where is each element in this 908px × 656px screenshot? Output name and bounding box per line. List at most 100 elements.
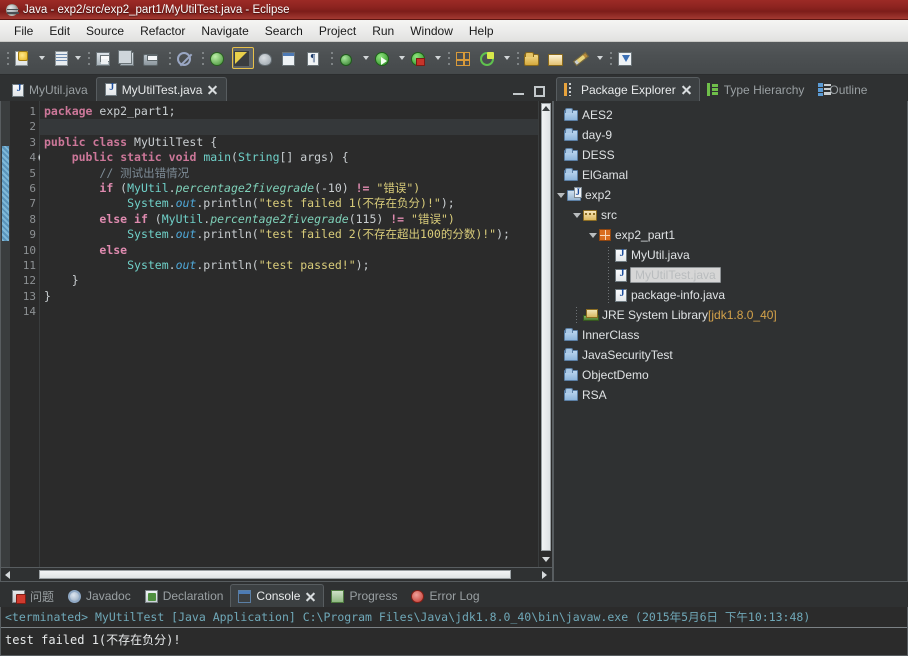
menu-help[interactable]: Help	[461, 22, 502, 40]
expand-arrow-icon[interactable]	[570, 205, 583, 225]
close-icon[interactable]	[681, 84, 692, 95]
tree-item-dess[interactable]: DESS	[554, 145, 907, 165]
code-text-area[interactable]: package exp2_part1; public class MyUtilT…	[40, 101, 538, 567]
minimize-icon[interactable]	[513, 86, 524, 97]
tree-item-jre-system-library[interactable]: JRE System Library [jdk1.8.0_40]	[554, 305, 907, 325]
folder-icon	[564, 127, 578, 141]
edit-button[interactable]	[571, 47, 593, 69]
open-resource-button[interactable]	[547, 47, 569, 69]
menu-source[interactable]: Source	[78, 22, 132, 40]
code-editor[interactable]: 1 2 3 4 5 6 7 8 9 10 11 12 13 14 package…	[0, 101, 553, 568]
java-file-icon	[615, 288, 628, 302]
scroll-right-icon[interactable]	[540, 570, 550, 579]
editor-tab-myutil[interactable]: MyUtil.java	[4, 78, 96, 101]
tab-type-hierarchy[interactable]: Type Hierarchy	[700, 78, 812, 101]
new-package-button[interactable]	[454, 47, 476, 69]
tab-label: Type Hierarchy	[723, 82, 805, 97]
menu-navigate[interactable]: Navigate	[193, 22, 256, 40]
maximize-icon[interactable]	[534, 86, 545, 97]
close-icon[interactable]	[207, 84, 218, 95]
folder-icon	[564, 327, 578, 341]
menu-search[interactable]: Search	[257, 22, 311, 40]
editor-horizontal-scrollbar[interactable]	[0, 568, 553, 582]
tree-item-src[interactable]: src	[554, 205, 907, 225]
new-java-class-icon	[54, 51, 68, 66]
code-line-1: package exp2_part1;	[44, 104, 176, 118]
tree-item-javasecuritytest[interactable]: JavaSecurityTest	[554, 345, 907, 365]
new-wizard-dropdown[interactable]	[36, 47, 47, 69]
run-dropdown[interactable]	[396, 47, 407, 69]
run-external-tools-button[interactable]	[409, 47, 431, 69]
tab-console[interactable]: Console	[230, 584, 325, 607]
bottom-panel: 问题 Javadoc Declaration Console Progress …	[0, 582, 908, 656]
tab-progress[interactable]: Progress	[324, 585, 404, 607]
expand-arrow-icon[interactable]	[554, 185, 567, 205]
tree-item-aes2[interactable]: AES2	[554, 105, 907, 125]
tab-javadoc[interactable]: Javadoc	[61, 585, 138, 607]
open-type-button[interactable]	[280, 47, 302, 69]
tree-connector	[602, 285, 615, 305]
scrollbar-thumb[interactable]	[541, 103, 551, 551]
tab-package-explorer[interactable]: Package Explorer	[556, 77, 700, 101]
project-tree[interactable]: AES2 day-9 DESS ElGamal exp2	[553, 101, 908, 582]
expand-arrow-icon[interactable]	[586, 225, 599, 245]
java-perspective-button[interactable]	[232, 47, 254, 69]
edit-dropdown[interactable]	[594, 47, 605, 69]
tree-item-exp2[interactable]: exp2	[554, 185, 907, 205]
menu-run[interactable]: Run	[364, 22, 402, 40]
toolbar-separator	[516, 48, 519, 68]
tree-item-exp2-part1[interactable]: exp2_part1	[554, 225, 907, 245]
new-wizard-icon	[15, 51, 28, 66]
new-wizard-button[interactable]	[13, 47, 35, 69]
code-line-4: public static void main(String[] args) {	[71, 150, 349, 165]
new-java-class-button[interactable]	[49, 47, 71, 69]
scroll-down-icon[interactable]	[541, 555, 551, 565]
tab-problems[interactable]: 问题	[5, 585, 61, 607]
editor-vertical-scrollbar[interactable]	[538, 101, 552, 567]
tree-item-innerclass[interactable]: InnerClass	[554, 325, 907, 345]
tree-item-objectdemo[interactable]: ObjectDemo	[554, 365, 907, 385]
menu-project[interactable]: Project	[311, 22, 364, 40]
tab-outline[interactable]: Outline	[811, 78, 874, 101]
new-java-class-dropdown[interactable]	[72, 47, 83, 69]
debug-button[interactable]	[256, 47, 278, 69]
console-view[interactable]: <terminated> MyUtilTest [Java Applicatio…	[0, 607, 908, 656]
scroll-up-icon[interactable]	[541, 103, 551, 113]
type-hierarchy-icon	[706, 83, 719, 96]
scroll-left-icon[interactable]	[3, 570, 13, 579]
new-class-button[interactable]	[478, 47, 500, 69]
print-button[interactable]	[142, 47, 164, 69]
import-button[interactable]	[616, 47, 638, 69]
tree-item-elgamal[interactable]: ElGamal	[554, 165, 907, 185]
editor-tab-myutiltest[interactable]: MyUtilTest.java	[95, 77, 228, 101]
tree-connector	[570, 305, 583, 325]
line-number: 2	[29, 120, 36, 134]
save-all-button[interactable]	[118, 47, 140, 69]
menu-window[interactable]: Window	[402, 22, 461, 40]
tree-item-package-info-java[interactable]: package-info.java	[554, 285, 907, 305]
tree-item-myutil-java[interactable]: MyUtil.java	[554, 245, 907, 265]
run-external-tools-dropdown[interactable]	[432, 47, 443, 69]
open-task-button[interactable]: ¶	[304, 47, 326, 69]
save-button[interactable]	[94, 47, 116, 69]
new-java-project-button[interactable]	[208, 47, 230, 69]
import-icon	[618, 52, 632, 66]
scrollbar-thumb[interactable]	[39, 570, 511, 579]
tree-item-myutiltest-java[interactable]: MyUtilTest.java	[554, 265, 907, 285]
menu-refactor[interactable]: Refactor	[132, 22, 193, 40]
close-icon[interactable]	[305, 591, 316, 602]
open-folder-button[interactable]	[523, 47, 545, 69]
tree-item-day-9[interactable]: day-9	[554, 125, 907, 145]
tab-error-log[interactable]: Error Log	[404, 585, 486, 607]
tree-item-rsa[interactable]: RSA	[554, 385, 907, 405]
editor-marker-bar[interactable]	[1, 101, 10, 567]
new-class-dropdown[interactable]	[501, 47, 512, 69]
menu-file[interactable]: File	[6, 22, 41, 40]
tab-declaration[interactable]: Declaration	[138, 585, 231, 607]
skip-breakpoints-dropdown[interactable]	[360, 47, 371, 69]
skip-breakpoints-button[interactable]	[337, 47, 359, 69]
no-access-button[interactable]	[175, 47, 197, 69]
tree-item-label: InnerClass	[582, 328, 640, 342]
run-button[interactable]	[373, 47, 395, 69]
menu-edit[interactable]: Edit	[41, 22, 78, 40]
